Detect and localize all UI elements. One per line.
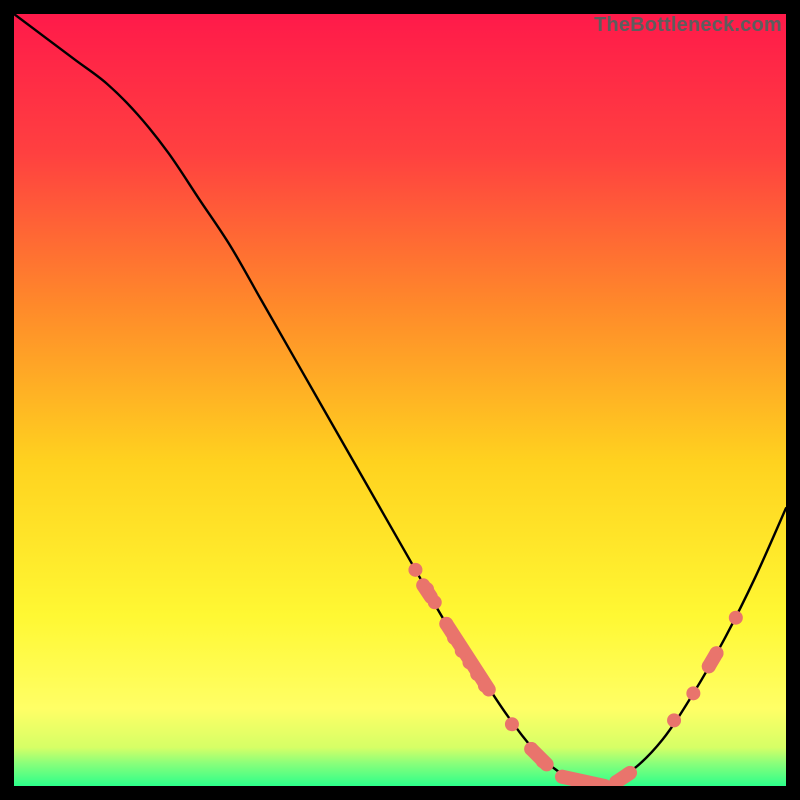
marker-dot xyxy=(505,717,519,731)
watermark-text: TheBottleneck.com xyxy=(594,14,782,37)
marker-dot xyxy=(524,742,538,756)
marker-dot xyxy=(455,644,469,658)
marker-dot xyxy=(667,713,681,727)
marker-dot xyxy=(536,754,550,768)
marker-dot xyxy=(702,659,716,673)
marker-dot xyxy=(447,631,461,645)
marker-dot xyxy=(478,679,492,693)
marker-dot xyxy=(408,563,422,577)
marker-dot xyxy=(710,646,724,660)
marker-dot xyxy=(555,770,569,784)
marker-dot xyxy=(470,667,484,681)
marker-dot xyxy=(428,595,442,609)
marker-dot xyxy=(420,582,434,596)
marker-dot xyxy=(462,655,476,669)
marker-dot xyxy=(686,686,700,700)
chart-frame: TheBottleneck.com xyxy=(14,14,786,786)
marker-dot xyxy=(439,617,453,631)
marker-dot xyxy=(621,767,635,781)
gradient-background xyxy=(14,14,786,786)
marker-dot xyxy=(729,611,743,625)
bottleneck-chart xyxy=(14,14,786,786)
